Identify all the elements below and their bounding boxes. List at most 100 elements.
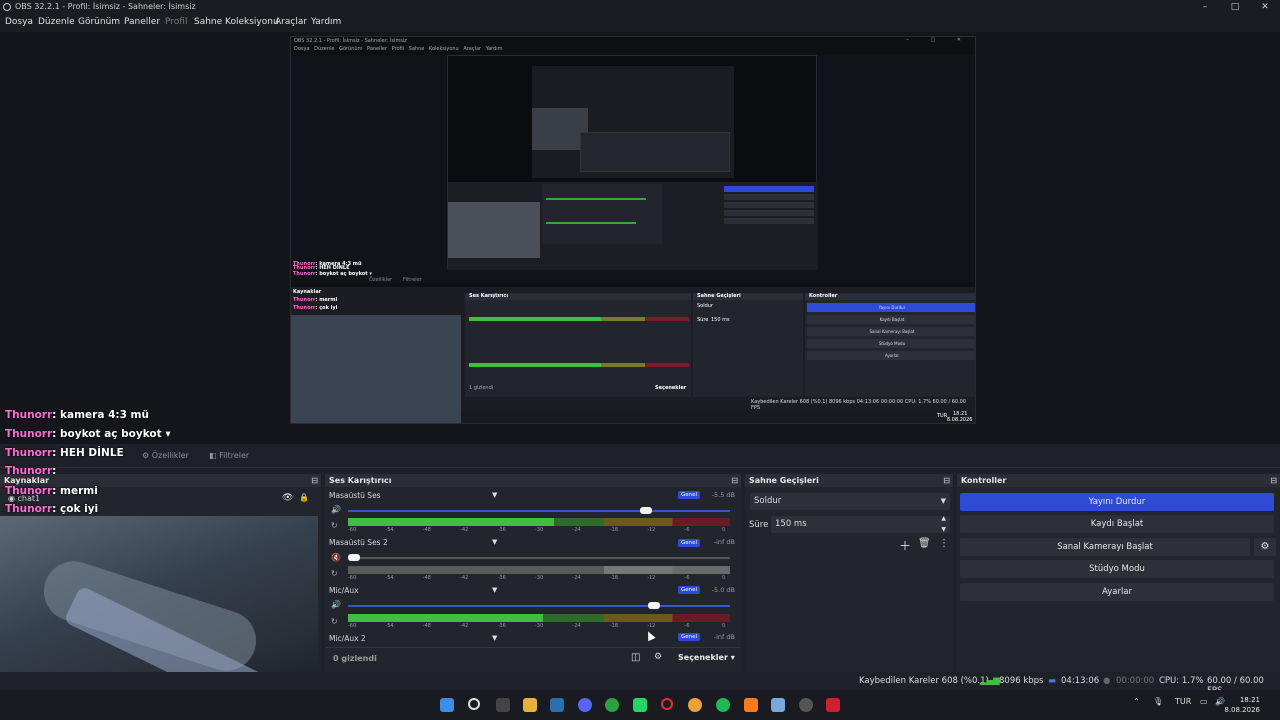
monitor-icon[interactable]: ↻ bbox=[331, 617, 338, 626]
controls-title: Kontroller bbox=[961, 476, 1007, 485]
menu-view[interactable]: Görünüm bbox=[78, 17, 120, 27]
volume-slider-knob[interactable] bbox=[640, 507, 653, 514]
xbox-icon[interactable] bbox=[605, 698, 619, 712]
menu-help[interactable]: Yardım bbox=[311, 17, 341, 27]
task-view-icon[interactable] bbox=[496, 698, 510, 712]
meter-scale-tick: -6 bbox=[684, 527, 690, 533]
studio-mode-button[interactable]: Stüdyo Modu bbox=[960, 560, 1274, 578]
meter-scale-tick: -12 bbox=[647, 623, 656, 629]
controls-header: Kontroller ⊟ bbox=[957, 474, 1280, 487]
file-explorer-icon[interactable] bbox=[523, 698, 537, 712]
program-preview[interactable]: OBS 32.2.1 - Profil: İsimsiz - Sahneler:… bbox=[0, 32, 1280, 444]
volume-icon[interactable]: 🔊 bbox=[331, 600, 341, 609]
start-recording-button[interactable]: Kaydı Başlat bbox=[960, 515, 1274, 533]
language-indicator[interactable]: TUR bbox=[1175, 697, 1191, 706]
network-icon[interactable]: ▭ bbox=[1200, 697, 1208, 706]
nested-chat-line: Thunorr: HEH DİNLE bbox=[293, 265, 350, 271]
nested-filters: Filtreler bbox=[403, 277, 422, 283]
link-settings-icon[interactable]: ⚙ bbox=[654, 652, 662, 662]
red-app-icon[interactable] bbox=[826, 698, 840, 712]
filters-button[interactable]: ◧ Filtreler bbox=[209, 449, 249, 463]
muted-volume-icon[interactable]: 🔇 bbox=[331, 553, 341, 562]
volume-icon[interactable]: 🔊 bbox=[331, 505, 341, 514]
nested-ctrl-button: Yayını Durdur bbox=[807, 303, 975, 312]
channel-name: Masaüstü Ses bbox=[329, 491, 381, 500]
visibility-eye-icon[interactable]: 👁 bbox=[282, 493, 293, 503]
opera-icon[interactable] bbox=[661, 698, 673, 710]
system-clock[interactable]: 18:21 8.08.2026 bbox=[1224, 695, 1260, 715]
app-icon[interactable] bbox=[771, 698, 785, 712]
close-button[interactable]: ✕ bbox=[1250, 0, 1280, 14]
meter-scale-tick: -30 bbox=[535, 575, 544, 581]
mixer-options-button[interactable]: Seçenekler ▾ bbox=[678, 653, 735, 662]
undock-icon[interactable]: ⊟ bbox=[311, 474, 318, 487]
chat-user: Thunorr bbox=[5, 409, 53, 421]
undock-icon[interactable]: ⊟ bbox=[731, 474, 738, 487]
virtual-camera-settings-icon[interactable]: ⚙ bbox=[1254, 538, 1276, 556]
nested-mixer bbox=[465, 293, 691, 397]
duration-value: 150 ms bbox=[775, 519, 807, 529]
channel-badge[interactable]: Genel bbox=[678, 491, 700, 499]
menu-file[interactable]: Dosya bbox=[5, 17, 33, 27]
chat-line: Thunorr: kamera 4:3 mü bbox=[5, 409, 149, 421]
search-icon[interactable] bbox=[468, 698, 480, 710]
menu-docks[interactable]: Paneller bbox=[124, 17, 160, 27]
meter-scale-tick: -24 bbox=[572, 623, 581, 629]
duration-input[interactable]: 150 ms ▲ ▼ bbox=[771, 513, 950, 535]
undock-icon[interactable]: ⊟ bbox=[1270, 474, 1277, 487]
settings-button[interactable]: Ayarlar bbox=[960, 583, 1274, 601]
discord-icon[interactable] bbox=[578, 698, 592, 712]
properties-button[interactable]: ⚙ Özellikler bbox=[142, 449, 189, 463]
maximize-button[interactable]: □ bbox=[1220, 0, 1250, 14]
nested-chat-line: Thunorr: mermi bbox=[293, 297, 338, 303]
steam-icon[interactable] bbox=[550, 698, 564, 712]
channel-menu-arrow-icon[interactable]: ▼ bbox=[492, 586, 497, 594]
monitor-icon[interactable]: ↻ bbox=[331, 521, 338, 530]
whatsapp-icon[interactable] bbox=[633, 698, 647, 712]
meter-scale-tick: -60 bbox=[348, 527, 357, 533]
channel-menu-arrow-icon[interactable]: ▼ bbox=[492, 538, 497, 546]
remove-transition-icon[interactable]: 🗑 bbox=[918, 538, 931, 549]
meter-scale-tick: -6 bbox=[684, 575, 690, 581]
stop-stream-button[interactable]: Yayını Durdur bbox=[960, 493, 1274, 511]
volume-slider[interactable] bbox=[348, 510, 730, 512]
volume-slider[interactable] bbox=[348, 557, 730, 559]
menu-tools[interactable]: Araçlar bbox=[275, 17, 307, 27]
level-meter bbox=[348, 614, 730, 622]
mic-icon[interactable]: 🎙 bbox=[1153, 697, 1163, 706]
minimize-button[interactable]: – bbox=[1190, 0, 1220, 14]
channel-badge[interactable]: Genel bbox=[678, 586, 700, 594]
undock-icon[interactable]: ⊟ bbox=[943, 474, 950, 487]
nested-options: Seçenekler bbox=[655, 385, 687, 391]
transitions-header: Sahne Geçişleri ⊟ bbox=[745, 474, 953, 487]
menu-scene-collection[interactable]: Sahne Koleksiyonu bbox=[194, 17, 279, 27]
nested-ctrl-title: Kontroller bbox=[809, 293, 838, 299]
channel-name: Masaüstü Ses 2 bbox=[329, 538, 388, 547]
menu-profile[interactable]: Profil bbox=[165, 17, 187, 27]
volume-slider[interactable] bbox=[348, 605, 730, 607]
obs-taskbar-icon[interactable] bbox=[799, 698, 813, 712]
obs-app-icon bbox=[3, 3, 11, 11]
channel-menu-arrow-icon[interactable]: ▼ bbox=[492, 491, 497, 499]
windows-start-icon[interactable] bbox=[440, 698, 454, 712]
more-options-icon[interactable]: ⋮ bbox=[939, 538, 949, 549]
channel-badge[interactable]: Genel bbox=[678, 539, 700, 547]
channel-menu-arrow-icon[interactable]: ▼ bbox=[492, 634, 497, 642]
bitrate: 8096 kbps bbox=[999, 676, 1044, 686]
tray-chevron-up-icon[interactable]: ⌃ bbox=[1133, 697, 1140, 706]
spotify-icon[interactable] bbox=[716, 698, 730, 712]
channel-badge[interactable]: Genel bbox=[678, 633, 700, 641]
chrome-icon[interactable] bbox=[688, 698, 702, 712]
layout-toggle-icon[interactable]: ◫ bbox=[631, 652, 640, 663]
spin-arrows-icon[interactable]: ▲ ▼ bbox=[941, 513, 946, 535]
start-virtual-camera-button[interactable]: Sanal Kamerayı Başlat bbox=[960, 538, 1250, 556]
nested-preview: Thunorr: kamera 4:3 mü Thunorr: boykot a… bbox=[291, 55, 975, 283]
volume-slider-knob[interactable] bbox=[348, 554, 360, 561]
lock-icon[interactable]: 🔒 bbox=[299, 493, 309, 502]
volume-slider-knob[interactable] bbox=[647, 602, 660, 609]
menu-edit[interactable]: Düzenle bbox=[38, 17, 75, 27]
add-transition-icon[interactable]: ＋ bbox=[899, 537, 911, 554]
monitor-icon[interactable]: ↻ bbox=[331, 569, 338, 578]
soundcloud-icon[interactable] bbox=[744, 698, 758, 712]
transition-select[interactable]: Soldur ▼ bbox=[750, 493, 950, 510]
